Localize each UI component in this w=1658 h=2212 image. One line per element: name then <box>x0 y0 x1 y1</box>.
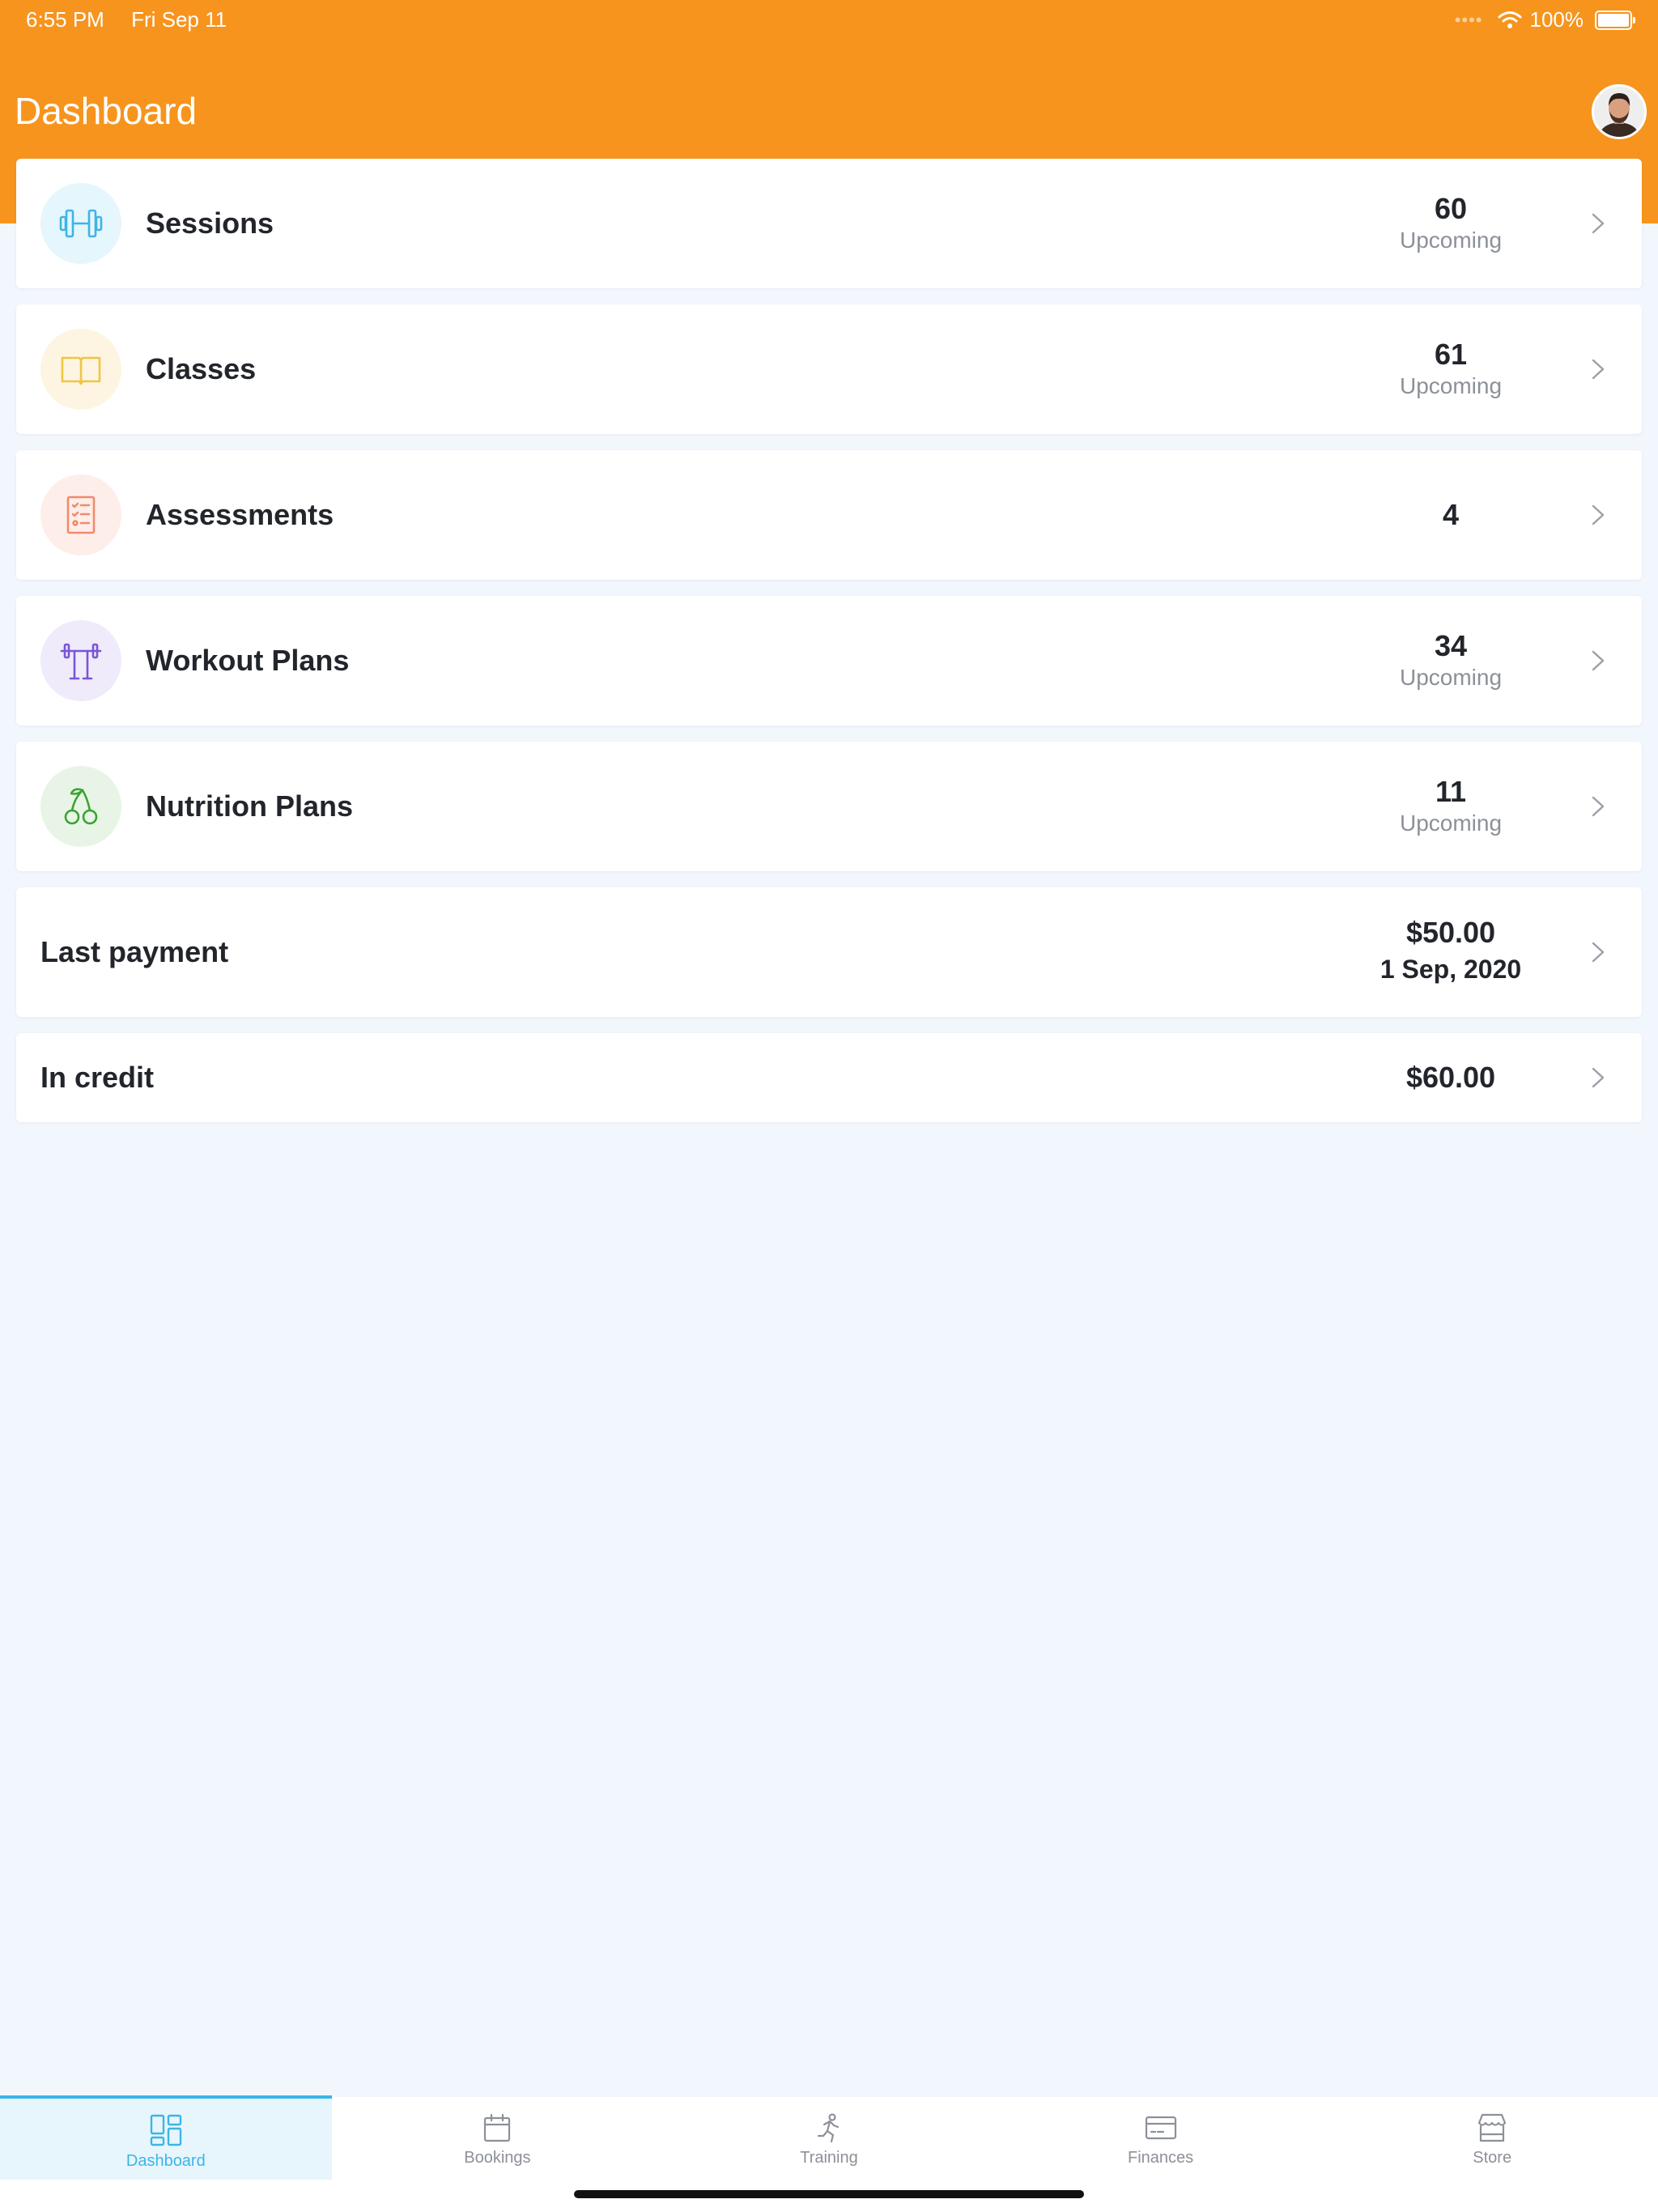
chevron-right-icon <box>1592 650 1605 671</box>
workout-plans-label: Workout Plans <box>146 644 350 677</box>
tab-training-label: Training <box>800 2149 858 2167</box>
page-title: Dashboard <box>15 90 198 132</box>
chevron-right-icon <box>1592 1067 1605 1088</box>
storefront-icon <box>1478 2113 1507 2142</box>
sessions-card[interactable]: Sessions 60 Upcoming <box>16 159 1642 288</box>
in-credit-value: $60.00 <box>1354 1033 1548 1122</box>
workout-plans-value: 34 Upcoming <box>1354 596 1548 725</box>
nutrition-plans-value: 11 Upcoming <box>1354 742 1548 871</box>
classes-card[interactable]: Classes 61 Upcoming <box>16 304 1642 434</box>
chevron-right-icon <box>1592 942 1605 963</box>
wifi-icon <box>1498 11 1521 28</box>
cellular-dots-icon: •••• <box>1454 9 1483 30</box>
last-payment-label: Last payment <box>40 935 229 968</box>
last-payment-value: $50.00 1 Sep, 2020 <box>1354 887 1548 1017</box>
nutrition-plans-sub: Upcoming <box>1399 810 1503 836</box>
in-credit-card[interactable]: In credit $60.00 <box>16 1033 1642 1122</box>
nutrition-plans-label: Nutrition Plans <box>146 789 354 823</box>
tab-store-label: Store <box>1473 2149 1512 2167</box>
chevron-right-icon <box>1592 796 1605 817</box>
classes-value: 61 Upcoming <box>1354 304 1548 434</box>
nutrition-plans-card[interactable]: Nutrition Plans 11 Upcoming <box>16 742 1642 871</box>
status-time: 6:55 PM <box>26 7 104 32</box>
sessions-value: 60 Upcoming <box>1354 159 1548 288</box>
sessions-sub: Upcoming <box>1399 228 1503 253</box>
battery-icon <box>1595 10 1635 30</box>
tab-dashboard-label: Dashboard <box>125 2152 206 2170</box>
workout-plans-sub: Upcoming <box>1399 665 1503 690</box>
barbell-rack-icon <box>40 620 121 701</box>
tab-bookings[interactable]: Bookings <box>332 2097 664 2178</box>
nutrition-plans-count: 11 <box>1435 775 1467 808</box>
cherries-icon <box>40 766 121 847</box>
last-payment-date: 1 Sep, 2020 <box>1380 955 1522 984</box>
sessions-label: Sessions <box>146 206 274 240</box>
last-payment-amount: $50.00 <box>1405 916 1496 949</box>
checklist-icon <box>40 474 121 555</box>
workout-plans-count: 34 <box>1434 629 1468 662</box>
tab-bookings-label: Bookings <box>464 2149 531 2167</box>
tab-finances-label: Finances <box>1128 2149 1194 2167</box>
battery-percent: 100% <box>1529 7 1584 32</box>
in-credit-amount: $60.00 <box>1405 1061 1496 1094</box>
status-date: Fri Sep 11 <box>131 7 227 32</box>
chevron-right-icon <box>1592 504 1605 525</box>
workout-plans-card[interactable]: Workout Plans 34 Upcoming <box>16 596 1642 725</box>
user-avatar[interactable] <box>1592 84 1647 139</box>
status-time-date: 6:55 PM Fri Sep 11 <box>26 7 248 32</box>
classes-sub: Upcoming <box>1399 373 1503 398</box>
dashboard-grid-icon <box>150 2114 181 2146</box>
credit-card-icon <box>1145 2116 1176 2140</box>
tab-training[interactable]: Training <box>663 2097 995 2178</box>
status-indicators: •••• 100% <box>1454 7 1635 32</box>
chevron-right-icon <box>1592 213 1605 234</box>
assessments-card[interactable]: Assessments 4 <box>16 450 1642 580</box>
tab-dashboard[interactable]: Dashboard <box>0 2095 332 2180</box>
in-credit-label: In credit <box>40 1061 155 1094</box>
chevron-right-icon <box>1592 359 1605 380</box>
assessments-label: Assessments <box>146 498 334 531</box>
running-person-icon <box>817 2113 840 2143</box>
tab-finances[interactable]: Finances <box>995 2097 1327 2178</box>
home-indicator[interactable] <box>574 2190 1084 2198</box>
calendar-icon <box>484 2113 511 2142</box>
book-icon <box>40 329 121 410</box>
dumbbell-icon <box>40 183 121 264</box>
sessions-count: 60 <box>1434 192 1468 225</box>
status-bar: 6:55 PM Fri Sep 11 •••• 100% <box>0 0 1658 39</box>
dashboard-cards: Sessions 60 Upcoming Classes 61 Upcoming <box>16 159 1642 1138</box>
classes-label: Classes <box>146 352 257 385</box>
avatar-image <box>1594 87 1644 137</box>
assessments-value: 4 <box>1354 450 1548 580</box>
tab-store[interactable]: Store <box>1326 2097 1658 2178</box>
assessments-count: 4 <box>1442 498 1460 531</box>
classes-count: 61 <box>1434 338 1468 371</box>
last-payment-card[interactable]: Last payment $50.00 1 Sep, 2020 <box>16 887 1642 1017</box>
